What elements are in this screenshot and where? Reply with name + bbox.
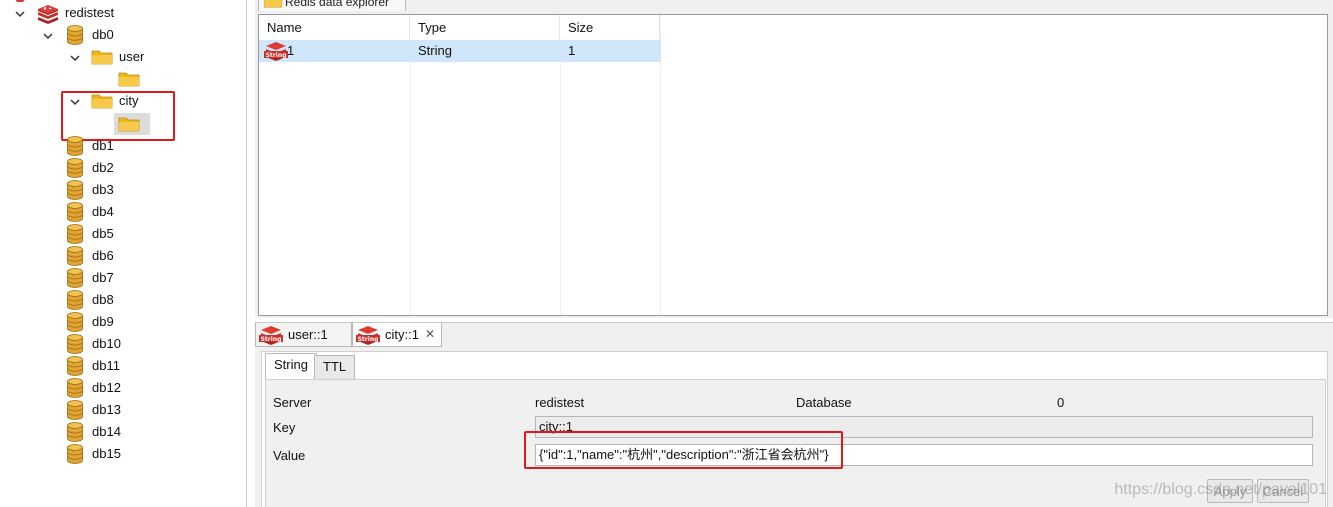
database-value: 0 [1057,395,1065,410]
server-value: redistest [535,395,585,410]
db-item-label[interactable]: db3 [92,180,114,200]
db-item-label[interactable]: db7 [92,268,114,288]
tab-string[interactable]: String [265,353,317,379]
db0-label[interactable]: db0 [92,25,114,45]
table-row[interactable]: String 1 String 1 [259,40,661,62]
db-item-label[interactable]: db5 [92,224,114,244]
folder-icon [263,0,283,8]
db-item-label[interactable]: db9 [92,312,114,332]
db-item-label[interactable]: db11 [92,356,120,376]
tab-user-1[interactable]: String user::1 [255,323,352,347]
chevron-down-icon[interactable] [42,30,54,42]
redis-tree-panel: redistest db0 user city db1 db2 db3 db4 db5 d… [0,0,247,507]
db-item-label[interactable]: db6 [92,246,114,266]
string-key-icon: String [356,326,380,345]
db-item-label[interactable]: db4 [92,202,114,222]
database-icon [67,422,83,442]
database-icon [67,400,83,420]
red-highlight-box [61,91,175,141]
chevron-down-icon[interactable] [69,52,81,64]
database-icon [67,378,83,398]
database-icon [67,246,83,266]
db-item-label[interactable]: db2 [92,158,114,178]
key-field-label: Key [273,420,296,435]
database-icon [67,158,83,178]
db-item-label[interactable]: db15 [92,444,121,464]
database-icon [67,202,83,222]
column-header-type[interactable]: Type [410,15,560,39]
column-header-name[interactable]: Name [259,15,410,39]
row-name: 1 [287,43,295,58]
keys-table: Name Type Size String 1 String 1 [258,14,1328,316]
database-icon [67,25,83,45]
db-item-label[interactable]: db10 [92,334,121,354]
db-item-label[interactable]: db1 [92,136,114,156]
database-icon [67,356,83,376]
tab-label: city::1 [385,327,419,342]
db-item-label[interactable]: db8 [92,290,114,310]
watermark: https://blog.csdn.net/pavel101 [1114,481,1327,498]
database-icon [67,136,83,156]
database-icon [67,290,83,310]
tab-label: user::1 [288,327,328,342]
column-header-size[interactable]: Size [560,15,660,39]
close-icon[interactable]: ✕ [425,328,435,340]
red-highlight-box [524,431,843,469]
server-label[interactable]: redistest [65,3,114,23]
database-field-label: Database [796,395,852,410]
data-explorer-pane: Redis data explorer Name Type Size Strin… [255,0,1333,318]
chevron-down-icon[interactable] [14,8,26,20]
folder-user-label[interactable]: user [119,47,144,67]
server-field-label: Server [273,395,312,410]
database-icon [67,224,83,244]
db-item-label[interactable]: db14 [92,422,121,442]
redis-server-icon [38,5,58,24]
key-editor-pane: String user::1 String city::1 ✕ String T… [255,322,1333,507]
value-field-label: Value [273,448,306,463]
truncated-item-icon [16,0,24,2]
string-key-icon: String [259,326,283,345]
folder-icon[interactable] [118,71,140,87]
database-icon [67,312,83,332]
svg-text:String: String [261,336,282,343]
folder-icon [91,50,113,65]
row-type: String [418,43,452,58]
explorer-tab-label: Redis data explorer [285,0,390,9]
tab-ttl[interactable]: TTL [314,355,356,379]
database-icon [67,334,83,354]
database-icon [67,444,83,464]
db-item-label[interactable]: db12 [92,378,121,398]
database-icon [67,180,83,200]
tab-redis-data-explorer[interactable]: Redis data explorer [258,0,406,11]
db-item-label[interactable]: db13 [92,400,121,420]
row-size: 1 [568,43,576,58]
database-icon [67,268,83,288]
tab-city-1[interactable]: String city::1 ✕ [352,323,442,347]
svg-text:String: String [358,336,379,343]
